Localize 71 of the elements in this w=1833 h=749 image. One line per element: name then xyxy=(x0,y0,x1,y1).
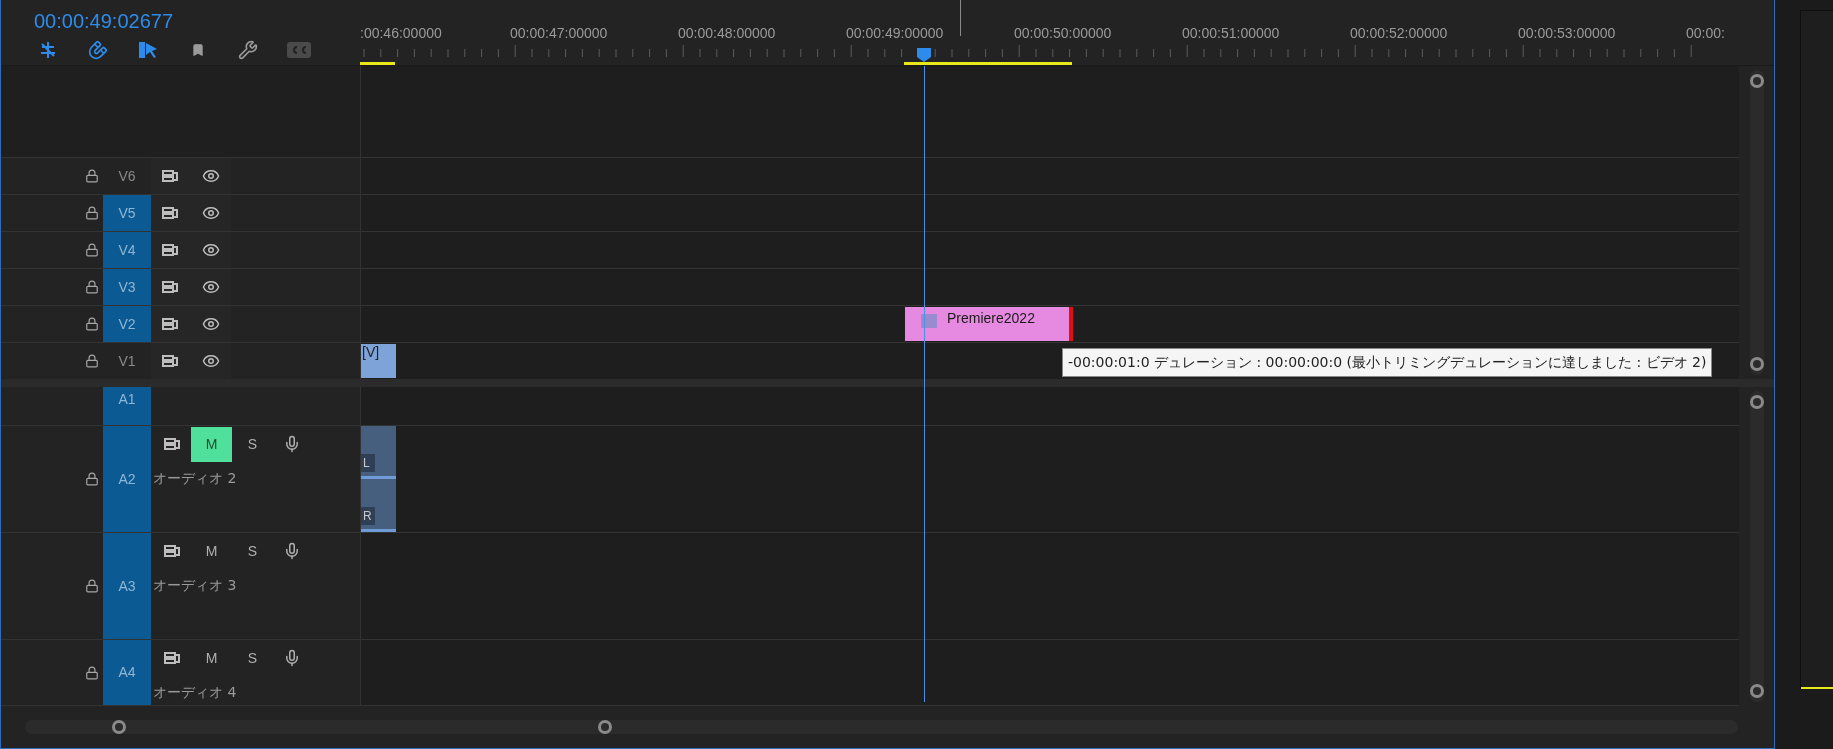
track-target[interactable]: A4 xyxy=(103,640,151,705)
track-target[interactable]: V6 xyxy=(103,158,151,194)
track-target[interactable]: V1 xyxy=(103,343,151,379)
wrench-icon[interactable] xyxy=(237,39,259,61)
sync-lock-icon[interactable] xyxy=(164,437,180,451)
magnet-icon[interactable] xyxy=(87,39,109,61)
ruler-time-label: 00:00:49:00000 xyxy=(846,24,945,42)
track-target[interactable]: A1 xyxy=(103,387,151,425)
ruler-time-label: 00:00:48:00000 xyxy=(678,24,777,42)
track-target[interactable]: V3 xyxy=(103,269,151,305)
playhead-handle[interactable] xyxy=(916,47,932,63)
cursor-line xyxy=(960,0,961,36)
sync-lock-icon[interactable] xyxy=(162,317,178,331)
channel-label: L xyxy=(361,454,375,472)
sync-lock-icon[interactable] xyxy=(164,544,180,558)
sync-lock-icon[interactable] xyxy=(164,651,180,665)
lock-icon[interactable] xyxy=(85,206,99,220)
eye-icon[interactable] xyxy=(202,167,220,185)
eye-icon[interactable] xyxy=(202,315,220,333)
lock-icon[interactable] xyxy=(85,280,99,294)
vertical-scrollbar[interactable] xyxy=(1749,70,1764,375)
solo-button[interactable]: S xyxy=(232,533,273,569)
ruler-time-label: 00:00: xyxy=(1686,24,1726,42)
mute-button[interactable]: M xyxy=(191,640,232,676)
lock-icon[interactable] xyxy=(85,169,99,183)
sync-lock-icon[interactable] xyxy=(162,169,178,183)
lock-icon[interactable] xyxy=(85,472,99,486)
sync-lock-icon[interactable] xyxy=(162,354,178,368)
microphone-icon[interactable] xyxy=(283,649,301,667)
trim-tooltip: -00:00:01:0 デュレーション : 00:00:00:0 (最小トリミングデュレーションに達しました : ビデオ 2) xyxy=(1062,348,1713,377)
track-target[interactable]: V4 xyxy=(103,232,151,268)
eye-icon[interactable] xyxy=(202,204,220,222)
eye-icon[interactable] xyxy=(202,241,220,259)
audio-clip[interactable]: L R xyxy=(361,426,396,532)
horizontal-scrollbar[interactable] xyxy=(25,720,1738,734)
ruler-time-label: 00:00:53:00000 xyxy=(1518,24,1617,42)
vertical-scrollbar[interactable] xyxy=(1749,391,1764,702)
ruler-time-label: 00:00:52:00000 xyxy=(1350,24,1449,42)
eye-icon[interactable] xyxy=(202,278,220,296)
timecode[interactable]: 00:00:49:02677 xyxy=(34,9,360,33)
lock-icon[interactable] xyxy=(85,354,99,368)
track-name[interactable]: オーディオ 4 xyxy=(153,682,301,703)
lock-icon[interactable] xyxy=(85,317,99,331)
video-clip[interactable]: Premiere2022 xyxy=(905,307,1073,341)
ruler-time-label: :00:46:00000 xyxy=(360,24,443,42)
track-target[interactable]: V5 xyxy=(103,195,151,231)
lock-icon[interactable] xyxy=(85,579,99,593)
mute-button[interactable]: M xyxy=(191,533,232,569)
channel-label: R xyxy=(361,507,375,525)
lock-icon[interactable] xyxy=(85,665,99,680)
ruler-time-label: 00:00:51:00000 xyxy=(1182,24,1281,42)
track-target[interactable]: A2 xyxy=(103,426,151,532)
clip-name: Premiere2022 xyxy=(947,309,1035,327)
track-target[interactable]: V2 xyxy=(103,306,151,342)
track-target[interactable]: A3 xyxy=(103,533,151,639)
ruler-time-label: 00:00:50:00000 xyxy=(1014,24,1113,42)
linked-selection-icon[interactable] xyxy=(137,39,159,61)
track-name[interactable]: オーディオ 2 xyxy=(153,468,301,489)
mute-button[interactable]: M xyxy=(191,426,232,462)
solo-button[interactable]: S xyxy=(232,640,273,676)
eye-icon[interactable] xyxy=(202,352,220,370)
video-clip[interactable]: [V] xyxy=(361,344,396,378)
sync-lock-icon[interactable] xyxy=(162,206,178,220)
lock-icon[interactable] xyxy=(85,243,99,257)
sync-lock-icon[interactable] xyxy=(162,243,178,257)
microphone-icon[interactable] xyxy=(283,542,301,560)
ruler-time-label: 00:00:47:00000 xyxy=(510,24,609,42)
microphone-icon[interactable] xyxy=(283,435,301,453)
track-name[interactable]: オーディオ 3 xyxy=(153,575,301,596)
solo-button[interactable]: S xyxy=(232,426,273,462)
sync-lock-icon[interactable] xyxy=(162,280,178,294)
